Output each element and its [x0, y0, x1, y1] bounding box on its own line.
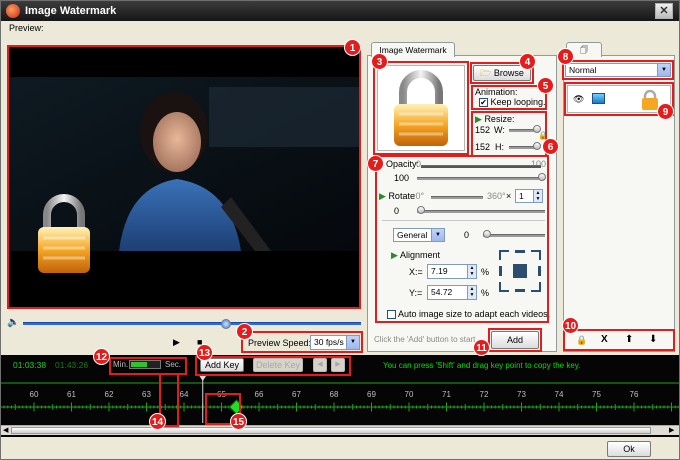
total-time: 01:43:26 [55, 360, 89, 370]
current-time: 01:03:38 [13, 360, 47, 370]
close-button[interactable]: ✕ [655, 3, 673, 19]
timeline-hint: You can press 'Shift' and drag key point… [383, 361, 581, 370]
ruler-tick-label: 67 [292, 390, 301, 399]
scroll-right-icon[interactable]: ▶ [669, 426, 674, 434]
ruler-tick-label: 62 [105, 390, 114, 399]
marker-13: 13 [196, 344, 213, 361]
layers-icon: 🗇 [579, 45, 589, 55]
marker-9: 9 [657, 103, 674, 120]
highlight-resize [471, 111, 547, 157]
marker-12: 12 [93, 348, 110, 365]
marker-7: 7 [367, 155, 384, 172]
ruler-tick-label: 73 [517, 390, 526, 399]
ruler-tick-label: 63 [142, 390, 151, 399]
highlight-layer-tools [563, 329, 675, 351]
ruler-tick-label: 70 [405, 390, 414, 399]
window-title: Image Watermark [25, 5, 117, 17]
highlight-thumbnail [373, 61, 469, 155]
ruler-tick-label: 66 [255, 390, 264, 399]
ruler-tick-label: 75 [592, 390, 601, 399]
marker-10: 10 [562, 317, 579, 334]
marker-5: 5 [537, 77, 554, 94]
marker-4: 4 [519, 53, 536, 70]
highlight-video-preview [7, 45, 361, 309]
app-icon [6, 4, 20, 18]
preview-label: Preview: [9, 23, 44, 33]
menu-bar: Preview: [1, 21, 679, 35]
ok-button[interactable]: Ok [607, 441, 651, 457]
ruler-tick-label: 69 [367, 390, 376, 399]
add-hint-text: Click the 'Add' button to start [374, 335, 476, 344]
highlight-animation [471, 85, 547, 110]
highlight-layer-mode [562, 60, 674, 80]
ruler-tick-label: 60 [30, 390, 39, 399]
scroll-left-icon[interactable]: ◀ [3, 426, 8, 434]
highlight-preview-speed [241, 331, 363, 353]
ruler-tick-label: 64 [180, 390, 189, 399]
highlight-key-buttons [195, 356, 351, 376]
marker-8: 8 [557, 48, 574, 65]
highlight-add [488, 328, 542, 352]
ruler-tick-label: 74 [555, 390, 564, 399]
ruler-tick-label: 71 [442, 390, 451, 399]
marker-15: 15 [230, 413, 247, 430]
marker-1: 1 [344, 39, 361, 56]
timeline-scrollbar[interactable]: ◀ ▶ [1, 425, 679, 435]
volume-icon[interactable]: 🔈 [7, 317, 19, 328]
ruler-tick-label: 72 [480, 390, 489, 399]
title-bar: Image Watermark ✕ [1, 1, 679, 21]
seek-track[interactable] [23, 322, 361, 325]
scrollbar-thumb[interactable] [11, 427, 651, 434]
seek-thumb[interactable] [220, 319, 231, 329]
marker-6: 6 [542, 138, 559, 155]
ruler-tick-label: 61 [67, 390, 76, 399]
marker-11: 11 [473, 339, 490, 356]
ruler-tick-label: 76 [630, 390, 639, 399]
highlight-adjustments [375, 155, 549, 323]
play-button[interactable]: ▶ [173, 337, 180, 348]
ruler-tick-label: 68 [330, 390, 339, 399]
marker-3: 3 [371, 53, 388, 70]
marker-2: 2 [236, 323, 253, 340]
marker-14: 14 [149, 413, 166, 430]
image-watermark-window: Image Watermark ✕ Preview: 🔈 ▶ ■ Preview… [0, 0, 680, 460]
